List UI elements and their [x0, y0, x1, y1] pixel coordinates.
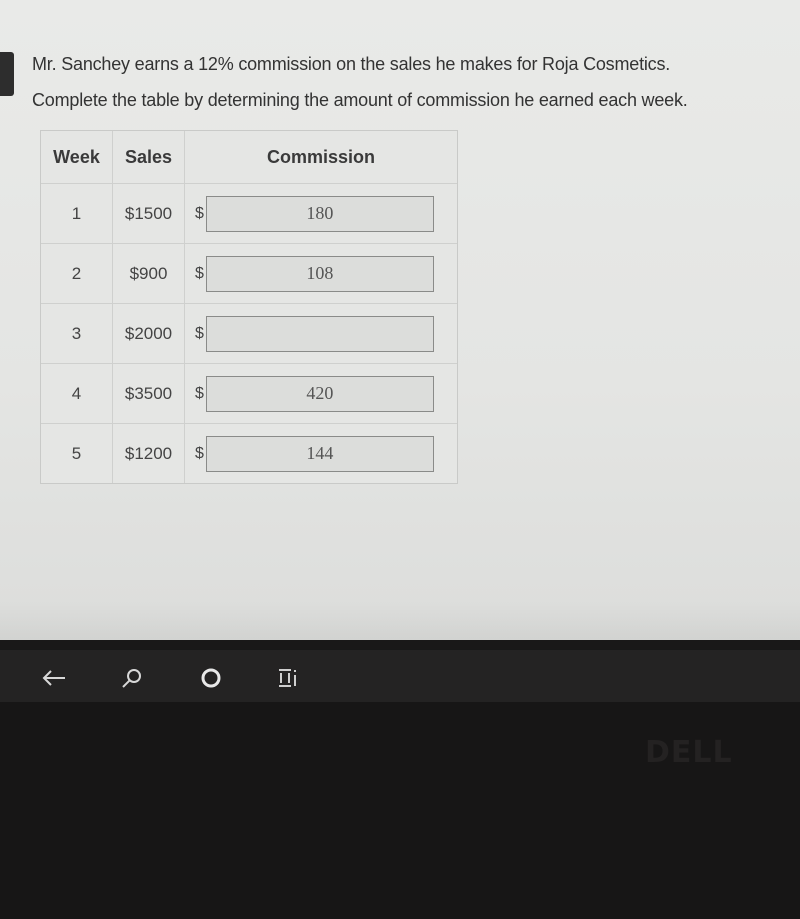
commission-table: Week Sales Commission 1 $1500 $ 2 $900 $… [40, 130, 458, 484]
commission-input-week-5[interactable] [205, 435, 434, 472]
table-row: 4 $3500 $ [41, 364, 457, 424]
side-tab[interactable] [0, 52, 14, 96]
week-cell: 5 [41, 424, 113, 483]
table-row: 5 $1200 $ [41, 424, 457, 483]
dollar-sign: $ [195, 264, 204, 282]
dollar-sign: $ [195, 444, 204, 462]
sales-cell: $1200 [113, 424, 185, 483]
header-sales: Sales [113, 131, 185, 183]
week-cell: 3 [41, 304, 113, 363]
commission-cell: $ [185, 364, 457, 423]
question-line-1: Mr. Sanchey earns a 12% commission on th… [32, 54, 671, 74]
table-header-row: Week Sales Commission [41, 131, 457, 184]
dollar-sign: $ [195, 384, 204, 402]
commission-cell: $ [185, 184, 457, 243]
dell-logo: DELL [645, 735, 733, 770]
commission-cell: $ [185, 424, 457, 483]
week-cell: 1 [41, 184, 113, 243]
dollar-sign: $ [195, 324, 204, 342]
table-row: 3 $2000 $ [41, 304, 457, 364]
table-row: 1 $1500 $ [41, 184, 457, 244]
week-cell: 2 [41, 244, 113, 303]
sales-cell: $2000 [113, 304, 185, 363]
week-cell: 4 [41, 364, 113, 423]
header-commission: Commission [266, 146, 376, 167]
commission-input-week-4[interactable] [205, 375, 434, 412]
header-week: Week [41, 131, 113, 183]
table-row: 2 $900 $ [41, 244, 457, 304]
home-circle-icon[interactable] [197, 664, 225, 692]
commission-cell: $ [185, 244, 457, 303]
sales-cell: $1500 [113, 184, 185, 243]
commission-input-week-2[interactable] [205, 255, 434, 292]
sales-cell: $3500 [113, 364, 185, 423]
dollar-sign: $ [195, 204, 204, 222]
sales-cell: $900 [113, 244, 185, 303]
task-view-icon[interactable] [274, 664, 302, 692]
back-arrow-icon[interactable] [40, 664, 68, 692]
commission-cell: $ [185, 304, 457, 363]
commission-input-week-3[interactable] [205, 315, 434, 352]
screen-shade [0, 600, 800, 650]
search-icon[interactable] [118, 664, 146, 692]
commission-input-week-1[interactable] [205, 195, 434, 232]
question-line-2: Complete the table by determining the am… [32, 90, 688, 110]
